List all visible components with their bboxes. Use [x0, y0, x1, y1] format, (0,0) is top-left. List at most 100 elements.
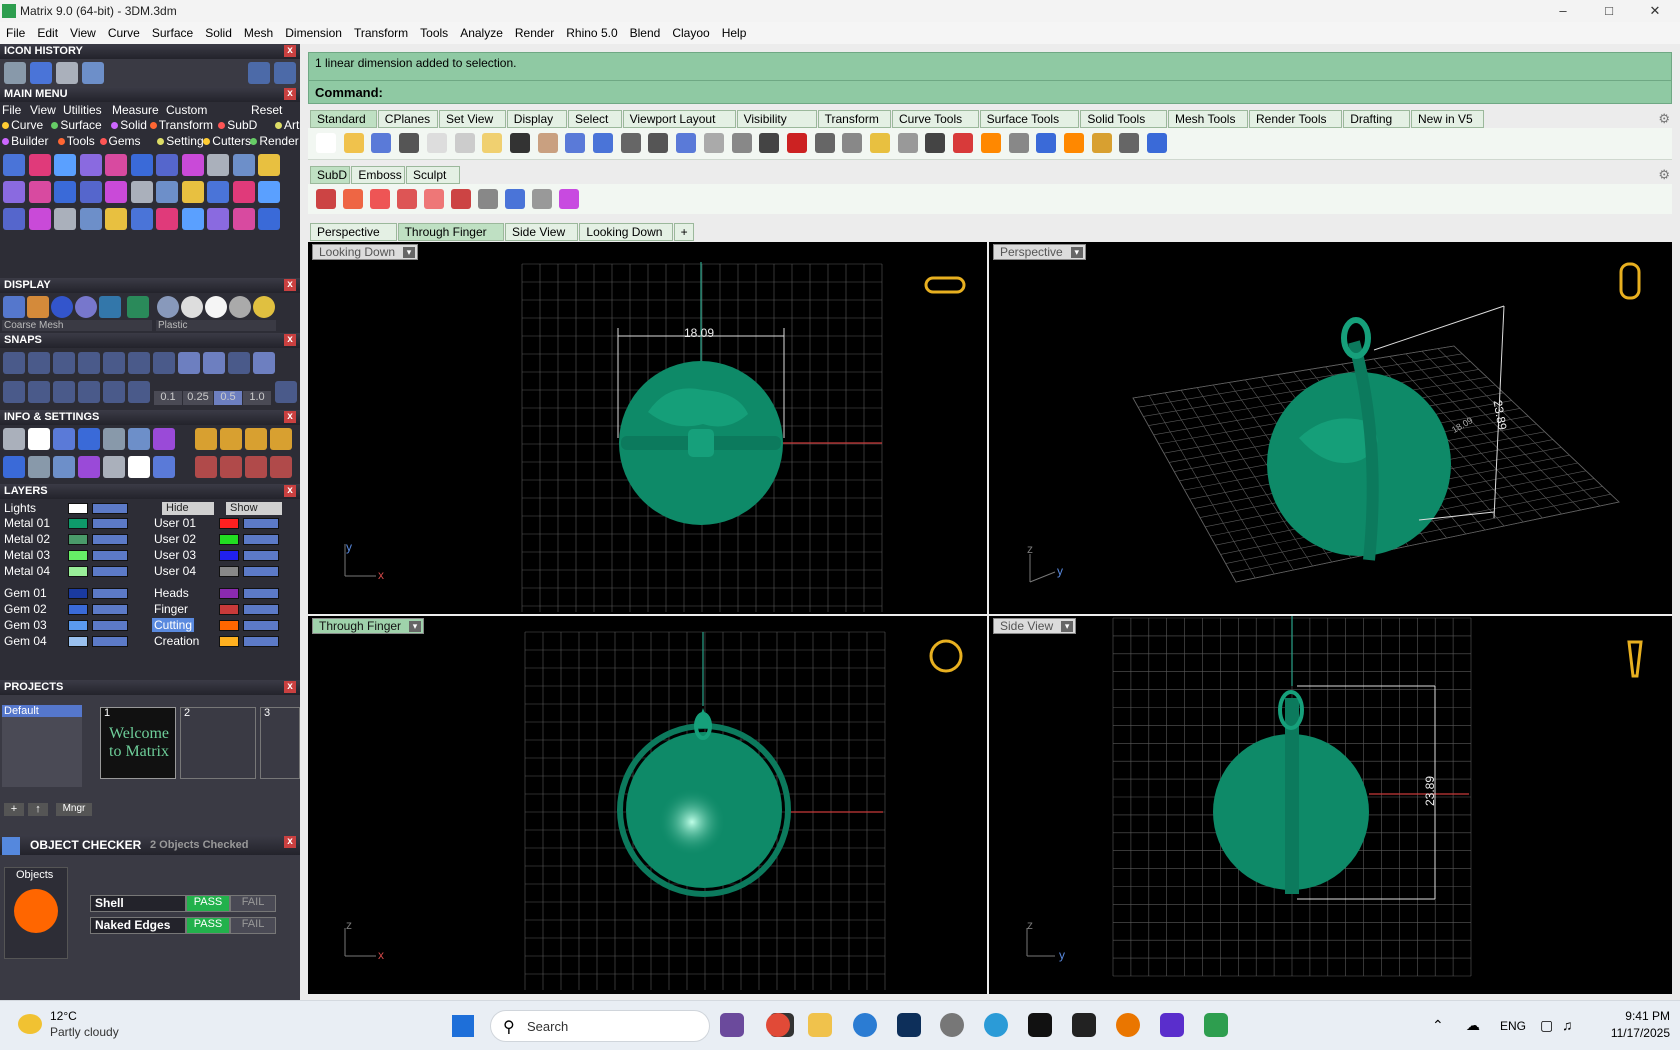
tool-icon[interactable]	[56, 62, 78, 84]
layer-color-swatch[interactable]	[219, 566, 239, 577]
toolbar-icon[interactable]	[842, 133, 863, 153]
viewport-tab-add[interactable]: +	[673, 223, 695, 241]
material-icon[interactable]	[229, 296, 251, 318]
layer-lock-toggle[interactable]	[243, 534, 279, 545]
show-button[interactable]: Show	[226, 502, 282, 515]
subd-tab-sculpt[interactable]: Sculpt	[406, 166, 460, 184]
settings-icon[interactable]	[78, 428, 100, 450]
toolbar-icon[interactable]	[1008, 133, 1029, 153]
layer-name[interactable]: Gem 02	[4, 602, 47, 616]
category-render[interactable]: Render	[250, 134, 299, 148]
toolbar-icon[interactable]	[371, 133, 392, 153]
toolbar-tab-viewport-layout[interactable]: Viewport Layout	[622, 110, 736, 128]
settings-icon[interactable]	[128, 456, 150, 478]
tool-icon[interactable]	[3, 154, 25, 176]
settings-icon[interactable]	[195, 456, 217, 478]
gear-icon[interactable]: ⚙	[1658, 167, 1670, 183]
start-icon[interactable]	[452, 1015, 474, 1037]
main-menu-reset[interactable]: Reset	[251, 103, 282, 117]
subd-tab-subd[interactable]: SubD	[310, 166, 351, 184]
toolbar-icon[interactable]	[1091, 133, 1112, 153]
subd-tool-icon[interactable]	[424, 189, 444, 209]
shaded-icon[interactable]	[27, 296, 49, 318]
rhino-matrix-icon[interactable]	[1204, 1013, 1228, 1037]
tool-icon[interactable]	[54, 181, 76, 203]
close-icon[interactable]: x	[284, 88, 296, 100]
tool-icon[interactable]	[156, 154, 178, 176]
tool-icon[interactable]	[181, 154, 204, 176]
menu-file[interactable]: File	[0, 26, 31, 40]
sphere-icon[interactable]	[75, 296, 97, 318]
main-menu-custom[interactable]: Custom	[166, 103, 207, 117]
toolbar-icon[interactable]	[482, 133, 503, 153]
tool-icon[interactable]	[181, 208, 204, 230]
layer-color-swatch[interactable]	[68, 588, 88, 599]
layer-color-swatch[interactable]	[219, 588, 239, 599]
weather-icon[interactable]	[18, 1014, 42, 1034]
menu-transform[interactable]: Transform	[348, 26, 414, 40]
toolbar-icon[interactable]	[980, 133, 1001, 153]
subd-tool-icon[interactable]	[343, 189, 363, 209]
snap-icon[interactable]	[103, 381, 125, 403]
toolbar-tab-cplanes[interactable]: CPlanes	[377, 110, 438, 128]
toolbar-icon[interactable]	[565, 133, 586, 153]
material-icon[interactable]	[205, 296, 227, 318]
toolbar-tab-drafting[interactable]: Drafting	[1343, 110, 1410, 128]
layer-lock-toggle[interactable]	[243, 566, 279, 577]
display-icon[interactable]: ▢	[1540, 1017, 1553, 1034]
layer-name[interactable]: Creation	[154, 634, 199, 648]
tool-icon[interactable]	[181, 181, 204, 203]
layer-color-swatch[interactable]	[68, 620, 88, 631]
settings-icon[interactable]	[153, 456, 175, 478]
tool-icon[interactable]	[156, 181, 178, 203]
display-mesh-select[interactable]: Coarse Mesh	[2, 320, 152, 331]
layer-lock-toggle[interactable]	[92, 534, 128, 545]
photoshop-icon[interactable]	[897, 1013, 921, 1037]
layer-lock-toggle[interactable]	[92, 620, 128, 631]
chatgpt-icon[interactable]	[940, 1013, 964, 1037]
arrow-left-icon[interactable]	[248, 62, 270, 84]
layer-lock-toggle[interactable]	[243, 604, 279, 615]
viewport-perspective[interactable]: Perspective ▾ 23.89 18.09 z y	[989, 242, 1672, 614]
matrix-icon[interactable]	[1072, 1013, 1096, 1037]
subd-tab-emboss[interactable]: Emboss	[351, 166, 405, 184]
toolbar-tab-standard[interactable]: Standard	[310, 110, 377, 128]
menu-analyze[interactable]: Analyze	[454, 26, 509, 40]
toolbar-icon[interactable]	[1036, 133, 1057, 153]
snap-icon[interactable]	[153, 352, 175, 374]
toolbar-tab-mesh-tools[interactable]: Mesh Tools	[1168, 110, 1248, 128]
toolbar-icon[interactable]	[426, 133, 447, 153]
project-default[interactable]: Default	[2, 705, 82, 717]
layer-color-swatch[interactable]	[219, 534, 239, 545]
layer-lock-toggle[interactable]	[92, 550, 128, 561]
toolbar-icon[interactable]	[786, 133, 807, 153]
material-icon[interactable]	[181, 296, 203, 318]
snap-icon[interactable]	[28, 352, 50, 374]
settings-icon[interactable]	[220, 456, 242, 478]
manager-button[interactable]: Mngr	[56, 803, 92, 816]
hide-button[interactable]: Hide	[162, 502, 214, 515]
toolbar-tab-solid-tools[interactable]: Solid Tools	[1080, 110, 1167, 128]
snap-icon[interactable]	[203, 352, 225, 374]
toolbar-icon[interactable]	[454, 133, 475, 153]
snap-icon[interactable]	[128, 352, 150, 374]
layer-name[interactable]: User 03	[154, 548, 196, 562]
snap-icon[interactable]	[253, 352, 275, 374]
menu-blend[interactable]: Blend	[624, 26, 667, 40]
toolbar-tab-render-tools[interactable]: Render Tools	[1249, 110, 1343, 128]
close-icon[interactable]: x	[284, 681, 296, 693]
snap-icon[interactable]	[53, 381, 75, 403]
tool-icon[interactable]	[79, 154, 102, 176]
folder-icon[interactable]	[82, 62, 104, 84]
snap-icon[interactable]	[28, 381, 50, 403]
category-builder[interactable]: Builder	[2, 134, 48, 148]
layer-lock-toggle[interactable]	[243, 518, 279, 529]
settings-icon[interactable]	[220, 428, 242, 450]
settings-icon[interactable]	[245, 456, 267, 478]
taskbar-app-icon[interactable]	[720, 1013, 744, 1037]
snap-value-10[interactable]: 1.0	[243, 391, 271, 405]
security-icon[interactable]	[1160, 1013, 1184, 1037]
file-explorer-icon[interactable]	[808, 1013, 832, 1037]
capcut-icon[interactable]	[1028, 1013, 1052, 1037]
toolbar-icon[interactable]	[897, 133, 918, 153]
